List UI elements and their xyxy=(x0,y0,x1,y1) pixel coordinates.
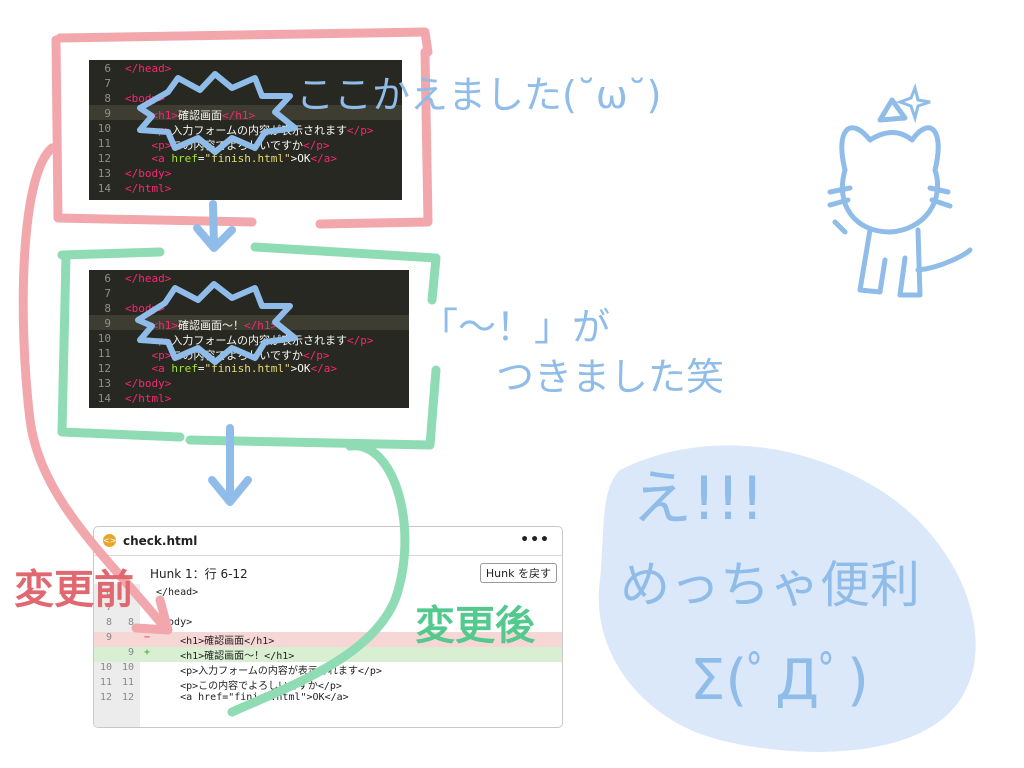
line-number: 13 xyxy=(97,167,111,180)
revert-hunk-button[interactable]: Hunk を戻す xyxy=(479,563,557,583)
line-number: 8 xyxy=(104,92,111,105)
line-number: 11 xyxy=(97,137,111,150)
diff-old: 9 xyxy=(105,632,112,643)
diff-text: <body> xyxy=(156,617,193,628)
line-number: 12 xyxy=(97,362,111,375)
code-line: <p>この内容でよろしいですか</p> xyxy=(151,139,330,152)
diff-new: 12 xyxy=(121,692,134,703)
diff-row: 10 10 <p>入力フォームの内容が表示されます</p> xyxy=(94,662,562,677)
blue-arrow-down-2 xyxy=(208,424,252,506)
diff-new: 9 xyxy=(127,647,134,658)
annotation-wow-2: めっちゃ便利 xyxy=(620,556,920,614)
annotation-changed-here: ここかえました(˘ω˘) xyxy=(296,73,662,117)
code-line: <p>入力フォームの内容が表示されます</p> xyxy=(151,124,374,137)
line-number: 10 xyxy=(97,122,111,135)
annotation-tilde-added-1: 「〜！」が xyxy=(420,305,611,349)
line-number: 8 xyxy=(104,302,111,315)
annotation-wow-1: え!!! xyxy=(632,464,765,534)
annotation-tilde-added-2: つきました笑 xyxy=(496,355,725,399)
diff-new: 8 xyxy=(127,617,134,628)
diff-new: 10 xyxy=(121,662,134,673)
diff-sign: − xyxy=(144,632,151,643)
diff-sign: + xyxy=(144,647,151,658)
code-line: </body> xyxy=(125,167,172,180)
diff-new: 11 xyxy=(121,677,134,688)
code-line: <a href="finish.html">OK</a> xyxy=(151,152,337,165)
sparkle-icon xyxy=(895,83,931,124)
code-line: </head> xyxy=(125,272,172,285)
blue-arrow-down-1 xyxy=(193,200,236,252)
diff-row: 11 11 <p>この内容でよろしいですか</p> xyxy=(94,677,562,692)
code-line: <h1>確認画面</h1> xyxy=(151,109,256,122)
cat-doodle xyxy=(827,97,973,298)
line-number: 7 xyxy=(104,287,111,300)
code-line: <p>入力フォームの内容が表示されます</p> xyxy=(151,334,374,347)
line-number: 7 xyxy=(104,77,111,90)
code-line: </html> xyxy=(125,392,172,405)
diff-text: <p>この内容でよろしいですか</p> xyxy=(156,681,342,692)
code-line: <body> xyxy=(125,302,165,315)
diff-text: <a href="finish.html">OK</a> xyxy=(156,692,349,703)
line-number: 11 xyxy=(97,347,111,360)
hunk-label: Hunk 1：行 6-12 xyxy=(150,567,248,581)
diff-text: <h1>確認画面</h1> xyxy=(156,636,275,647)
diff-old: 10 xyxy=(99,662,112,673)
line-number: 14 xyxy=(97,392,111,405)
diff-filename: check.html xyxy=(123,534,198,548)
html-file-icon: <> xyxy=(103,534,117,547)
diff-text: </head> xyxy=(156,587,199,598)
diff-old: 12 xyxy=(99,692,112,703)
label-before: 変更前 xyxy=(14,567,134,613)
code-line: <a href="finish.html">OK</a> xyxy=(151,362,337,375)
diff-old: 8 xyxy=(105,617,112,628)
code-line: <h1>確認画面〜！</h1> xyxy=(151,319,278,332)
line-number: 13 xyxy=(97,377,111,390)
diff-old: 11 xyxy=(99,677,112,688)
diff-text: <h1>確認画面〜！</h1> xyxy=(156,651,295,662)
label-after: 変更後 xyxy=(415,603,535,649)
line-number: 9 xyxy=(104,107,111,120)
line-number: 6 xyxy=(104,62,111,75)
line-number: 14 xyxy=(97,182,111,195)
hunk-header: Hunk 1：行 6-12 Hunk を戻す xyxy=(94,556,562,584)
line-number: 10 xyxy=(97,332,111,345)
annotation-wow-3: Σ(ﾟДﾟ) xyxy=(690,648,869,713)
diff-row: 12 12 <a href="finish.html">OK</a> xyxy=(94,692,562,707)
code-line: </head> xyxy=(125,62,172,75)
code-editor-after: 6 </head> 7 8 <body> 9 <h1>確認画面〜！</h1> 10 <p>入… xyxy=(89,270,409,408)
code-line: <p>この内容でよろしいですか</p> xyxy=(151,349,330,362)
code-line: </body> xyxy=(125,377,172,390)
diff-text: <p>入力フォームの内容が表示されます</p> xyxy=(156,666,382,677)
line-number: 6 xyxy=(104,272,111,285)
code-line: </html> xyxy=(125,182,172,195)
code-line: <body> xyxy=(125,92,165,105)
more-options-icon[interactable]: ••• xyxy=(520,532,550,548)
diff-header: <> check.html ••• xyxy=(94,527,562,556)
line-number: 9 xyxy=(104,317,111,330)
line-number: 12 xyxy=(97,152,111,165)
